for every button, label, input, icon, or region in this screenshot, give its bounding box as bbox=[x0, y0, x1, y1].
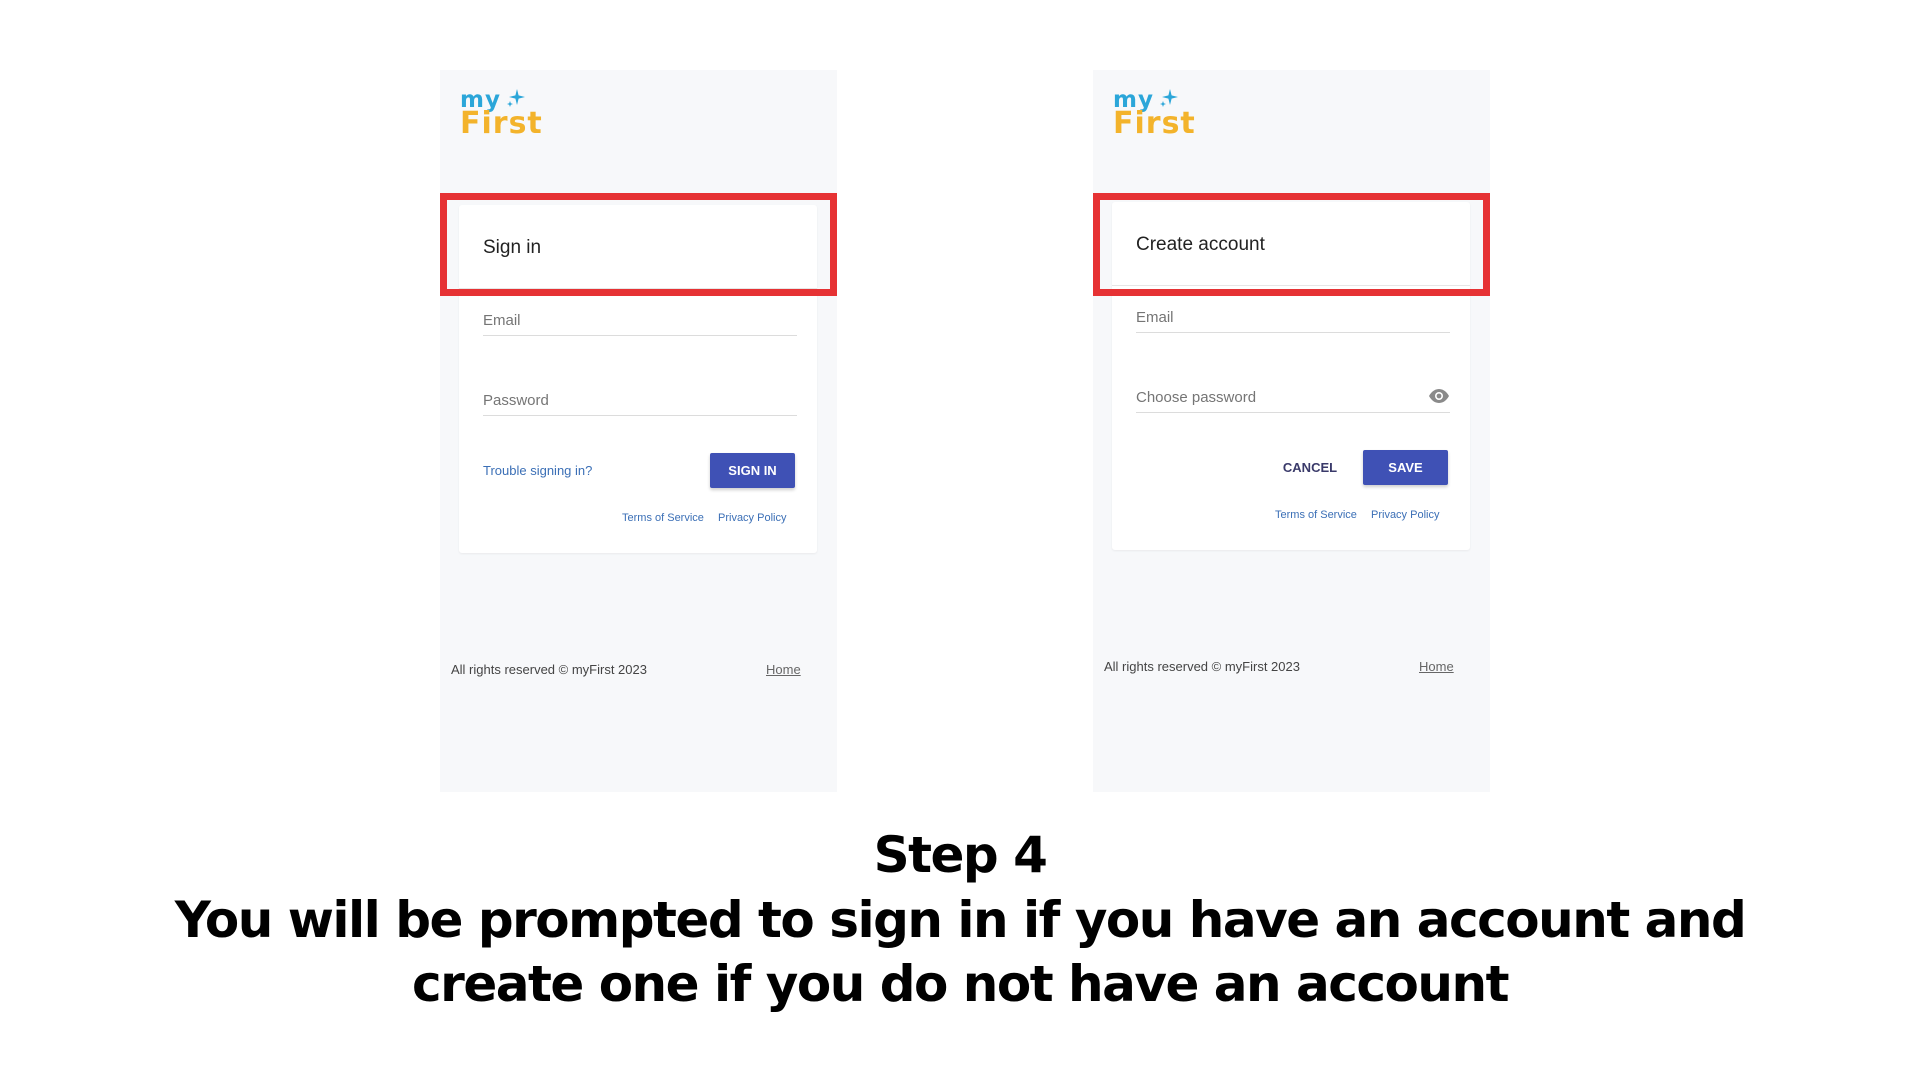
myfirst-logo: my First bbox=[460, 88, 550, 141]
caption-line-2: create one if you do not have an account bbox=[412, 955, 1509, 1013]
email-label: Email bbox=[483, 312, 521, 329]
terms-link[interactable]: Terms of Service bbox=[622, 512, 704, 524]
sparkle-icon bbox=[507, 89, 525, 107]
create-account-card: Create account Email Choose password CAN… bbox=[1112, 202, 1470, 550]
signin-card: Sign in Email Password Trouble signing i… bbox=[459, 205, 817, 553]
sparkle-icon bbox=[1160, 89, 1178, 107]
email-field[interactable]: Email bbox=[483, 305, 797, 336]
create-card-header: Create account bbox=[1112, 202, 1470, 286]
signin-title: Sign in bbox=[483, 237, 542, 258]
footer-copyright: All rights reserved © myFirst 2023 bbox=[1104, 659, 1300, 674]
choose-password-field[interactable]: Choose password bbox=[1136, 382, 1450, 413]
privacy-link[interactable]: Privacy Policy bbox=[718, 512, 786, 524]
myfirst-logo: my First bbox=[1113, 88, 1203, 141]
terms-link[interactable]: Terms of Service bbox=[1275, 509, 1357, 521]
cancel-button[interactable]: CANCEL bbox=[1275, 450, 1345, 485]
caption-line-1: You will be prompted to sign in if you h… bbox=[174, 891, 1747, 949]
create-account-screenshot: my First Create account Email Choose pas… bbox=[1093, 70, 1490, 792]
signin-screenshot: my First Sign in Email Password Trouble … bbox=[440, 70, 837, 792]
privacy-link[interactable]: Privacy Policy bbox=[1371, 509, 1439, 521]
signin-card-header: Sign in bbox=[459, 205, 817, 289]
password-label: Password bbox=[483, 392, 549, 409]
logo-first-text: First bbox=[460, 106, 543, 141]
eye-icon[interactable] bbox=[1428, 388, 1450, 404]
footer-home-link[interactable]: Home bbox=[766, 662, 801, 677]
footer-home-link[interactable]: Home bbox=[1419, 659, 1454, 674]
create-account-title: Create account bbox=[1136, 234, 1265, 255]
password-field[interactable]: Password bbox=[483, 385, 797, 416]
email-label: Email bbox=[1136, 309, 1174, 326]
trouble-signing-in-link[interactable]: Trouble signing in? bbox=[483, 463, 592, 478]
footer-copyright: All rights reserved © myFirst 2023 bbox=[451, 662, 647, 677]
choose-password-label: Choose password bbox=[1136, 389, 1257, 406]
save-button[interactable]: SAVE bbox=[1363, 450, 1448, 485]
email-field[interactable]: Email bbox=[1136, 302, 1450, 333]
sign-in-button[interactable]: SIGN IN bbox=[710, 453, 795, 488]
step-heading: Step 4 bbox=[873, 826, 1048, 884]
logo-first-text: First bbox=[1113, 106, 1196, 141]
